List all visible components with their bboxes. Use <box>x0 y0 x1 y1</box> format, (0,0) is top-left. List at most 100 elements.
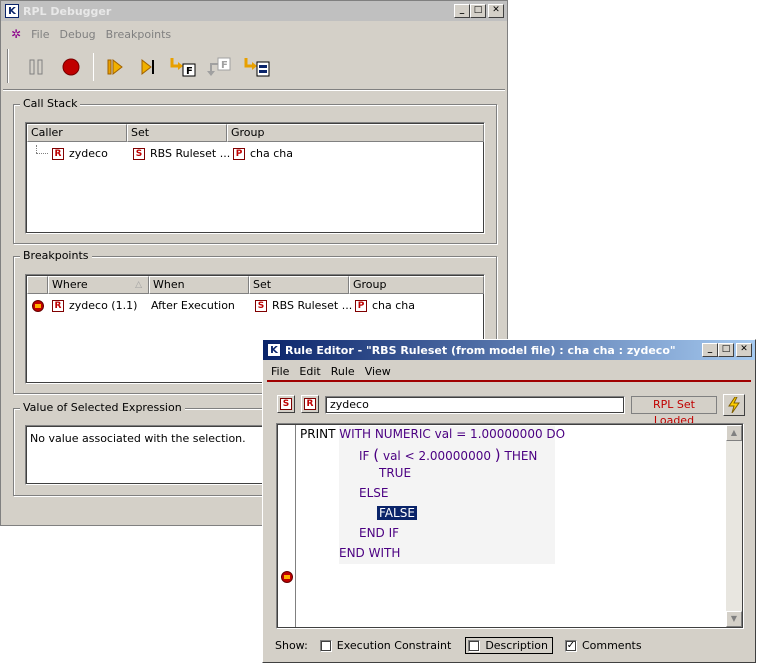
breakpoints-label: Breakpoints <box>20 249 92 262</box>
vertical-scrollbar[interactable]: ▲ ▼ <box>726 425 742 627</box>
menu-file[interactable]: File <box>31 28 49 41</box>
group-cell: Pcha cha <box>233 146 293 162</box>
stop-icon[interactable] <box>58 54 84 80</box>
scroll-up-button[interactable]: ▲ <box>726 425 742 441</box>
right-paren: ) <box>494 446 501 464</box>
execution-constraint-label[interactable]: Execution Constraint <box>337 639 452 652</box>
column-where[interactable]: Where △ <box>48 276 149 294</box>
rule-icon: R <box>52 148 64 160</box>
code-editor[interactable]: PRINT WITH NUMERIC val = 1.00000000 DO I… <box>276 423 744 629</box>
value-text: No value associated with the selection. <box>30 432 246 445</box>
set-cell: S RBS Ruleset ... <box>133 146 230 162</box>
app-icon: K <box>5 4 19 18</box>
maximize-button[interactable]: □ <box>470 4 486 18</box>
code-line-4[interactable]: ELSE <box>359 486 388 500</box>
step-icon[interactable] <box>135 54 161 80</box>
bug-icon: ✲ <box>11 27 22 41</box>
code-line-6[interactable]: END IF <box>359 526 399 540</box>
description-toggle[interactable]: Description <box>465 637 553 654</box>
continue-icon[interactable] <box>102 54 128 80</box>
left-paren: ( <box>373 446 380 464</box>
table-row[interactable]: Rzydeco (1.1) After Execution S RBS Rules… <box>26 297 484 315</box>
print-keyword[interactable]: PRINT <box>300 427 335 441</box>
menu-file[interactable]: File <box>271 365 289 378</box>
column-bp-marker[interactable] <box>27 276 48 294</box>
description-label[interactable]: Description <box>485 639 548 652</box>
editor-menubar: File Edit Rule View <box>271 362 755 380</box>
condition-expression[interactable]: val < 2.00000000 <box>383 449 491 463</box>
column-set[interactable]: Set <box>127 124 227 142</box>
menu-breakpoints[interactable]: Breakpoints <box>106 28 172 41</box>
svg-text:F: F <box>186 66 193 77</box>
minimize-button[interactable]: _ <box>702 343 718 357</box>
breakpoint-icon[interactable] <box>281 571 293 583</box>
policy-group-icon: P <box>355 300 367 312</box>
minimize-button[interactable]: _ <box>454 4 470 18</box>
step-out-function-icon[interactable]: F <box>205 54 235 80</box>
code-line-5[interactable]: FALSE <box>377 506 417 520</box>
column-group[interactable]: Group <box>349 276 484 294</box>
false-keyword-selected[interactable]: FALSE <box>377 506 417 520</box>
set-cell: S RBS Ruleset ... <box>255 298 352 314</box>
group-cell: Pcha cha <box>355 298 415 314</box>
step-into-set-icon[interactable] <box>242 54 272 80</box>
debugger-menubar: ✲ File Debug Breakpoints <box>11 25 507 43</box>
code-line-2[interactable]: IF ( val < 2.00000000 ) THEN <box>359 446 537 464</box>
column-group[interactable]: Group <box>227 124 484 142</box>
if-keyword[interactable]: IF <box>359 449 369 463</box>
show-options: Show: Execution Constraint Description ✓… <box>275 637 642 654</box>
rule-icon: R <box>304 398 316 410</box>
then-keyword[interactable]: THEN <box>504 449 537 463</box>
close-button[interactable]: ✕ <box>736 343 752 357</box>
editor-title: Rule Editor - "RBS Ruleset (from model f… <box>285 343 676 357</box>
show-label: Show: <box>275 639 308 652</box>
app-icon: K <box>267 343 281 357</box>
ruleset-icon: S <box>255 300 267 312</box>
maximize-button[interactable]: □ <box>718 343 734 357</box>
group-name: cha cha <box>250 147 294 160</box>
description-checkbox[interactable] <box>468 640 481 652</box>
rule-button[interactable]: R <box>301 395 319 413</box>
column-set[interactable]: Set <box>249 276 349 294</box>
set-name: RBS Ruleset ... <box>150 147 231 160</box>
rule-name-input[interactable]: zydeco <box>325 396 625 414</box>
column-caller[interactable]: Caller <box>27 124 127 142</box>
rule-icon: R <box>52 300 64 312</box>
with-statement[interactable]: WITH NUMERIC val = 1.00000000 DO <box>339 427 565 441</box>
comments-checkbox[interactable]: ✓ <box>564 639 577 652</box>
step-into-function-icon[interactable]: F <box>168 54 198 80</box>
where-cell: Rzydeco (1.1) <box>52 298 137 314</box>
debugger-toolbar: F F <box>23 53 279 81</box>
ruleset-icon: S <box>133 148 145 160</box>
policy-group-icon: P <box>233 148 245 160</box>
caller-cell: Rzydeco <box>52 146 108 162</box>
scroll-down-button[interactable]: ▼ <box>726 611 742 627</box>
code-line-1[interactable]: PRINT WITH NUMERIC val = 1.00000000 DO <box>300 427 565 441</box>
call-stack-list[interactable]: Caller Set Group Rzydeco S RBS Ruleset ..… <box>25 122 485 234</box>
lightning-button[interactable] <box>723 394 745 416</box>
ruleset-button[interactable]: S <box>277 395 295 413</box>
menu-edit[interactable]: Edit <box>299 365 320 378</box>
menu-rule[interactable]: Rule <box>331 365 355 378</box>
column-when[interactable]: When <box>149 276 249 294</box>
debugger-titlebar[interactable]: K RPL Debugger _ □ ✕ <box>1 1 507 21</box>
breakpoint-gutter[interactable] <box>278 425 296 627</box>
code-line-7[interactable]: END WITH <box>339 546 400 560</box>
pause-icon[interactable] <box>23 54 49 80</box>
bp-marker-cell <box>32 298 44 314</box>
svg-text:F: F <box>221 60 228 71</box>
editor-titlebar[interactable]: K Rule Editor - "RBS Ruleset (from model… <box>263 340 755 360</box>
caller-name: zydeco <box>69 147 108 160</box>
menu-debug[interactable]: Debug <box>59 28 95 41</box>
call-stack-label: Call Stack <box>20 97 81 110</box>
rule-editor-window: K Rule Editor - "RBS Ruleset (from model… <box>262 339 756 663</box>
code-line-3[interactable]: TRUE <box>379 466 411 480</box>
comments-label[interactable]: Comments <box>582 639 642 652</box>
ruleset-icon: S <box>280 398 292 410</box>
menu-view[interactable]: View <box>365 365 391 378</box>
table-row[interactable]: Rzydeco S RBS Ruleset ... Pcha cha <box>26 145 484 163</box>
debugger-title: RPL Debugger <box>23 4 112 18</box>
breakpoint-icon <box>32 300 44 312</box>
execution-constraint-checkbox[interactable] <box>319 639 332 652</box>
close-button[interactable]: ✕ <box>488 4 504 18</box>
